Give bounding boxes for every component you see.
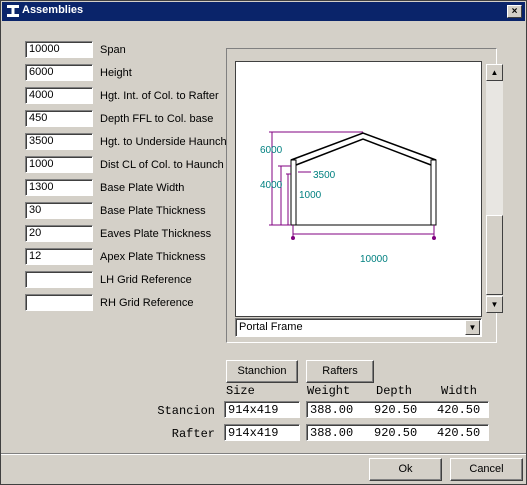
base-plate-width-input[interactable]: 1300 <box>25 179 93 196</box>
scroll-up-button[interactable]: ▲ <box>486 64 503 81</box>
apex-plate-thickness-label: Apex Plate Thickness <box>100 251 206 263</box>
rafter-inner <box>295 138 432 166</box>
frame-type-select[interactable]: Portal Frame ▼ <box>235 318 482 337</box>
ok-button[interactable]: Ok <box>369 458 442 481</box>
column-height-dimension: 4000 <box>260 180 283 191</box>
portal-frame-drawing: 6000 4000 3500 1000 10000 <box>235 61 482 317</box>
rh-grid-reference-label: RH Grid Reference <box>100 297 194 309</box>
base-plate-thickness-label: Base Plate Thickness <box>100 205 206 217</box>
preview-scrollbar[interactable]: ▲ ▼ <box>486 64 503 313</box>
height-input[interactable]: 6000 <box>25 64 93 81</box>
window-title: Assemblies <box>22 4 84 16</box>
span-input[interactable]: 10000 <box>25 41 93 58</box>
size-column-header: Size <box>226 384 255 398</box>
left-column <box>290 159 297 226</box>
width-column-header: Width <box>441 384 478 398</box>
stanchion-button[interactable]: Stanchion <box>226 360 298 383</box>
base-plate-width-label: Base Plate Width <box>100 182 185 194</box>
haunch-height-label: Hgt. to Underside Haunch <box>100 136 227 148</box>
col-to-rafter-label: Hgt. Int. of Col. to Rafter <box>100 90 219 102</box>
scroll-thumb[interactable] <box>486 215 503 295</box>
stancion-depth: 920.50 <box>374 403 418 417</box>
height-dimension: 6000 <box>260 145 283 156</box>
stancion-row-label: Stancion <box>157 404 215 418</box>
rafter-depth: 920.50 <box>374 426 418 440</box>
haunch-distance-label: Dist CL of Col. to Haunch <box>100 159 224 171</box>
haunch-distance-input[interactable]: 1000 <box>25 156 93 173</box>
rafter-outer <box>290 132 437 161</box>
title-bar: Assemblies × <box>2 2 525 21</box>
cancel-button[interactable]: Cancel <box>450 458 523 481</box>
right-column <box>430 159 437 226</box>
span-label: Span <box>100 44 126 56</box>
lh-grid-reference-input[interactable] <box>25 271 93 288</box>
eaves-plate-thickness-label: Eaves Plate Thickness <box>100 228 212 240</box>
scroll-down-button[interactable]: ▼ <box>486 296 503 313</box>
height-label: Height <box>100 67 132 79</box>
span-dimension: 10000 <box>360 254 388 265</box>
haunch-height-input[interactable]: 3500 <box>25 133 93 150</box>
rafter-row-label: Rafter <box>171 427 215 441</box>
eaves-plate-thickness-input[interactable]: 20 <box>25 225 93 242</box>
rafters-button[interactable]: Rafters <box>306 360 374 383</box>
lh-grid-reference-label: LH Grid Reference <box>100 274 192 286</box>
stancion-weight: 388.00 <box>310 403 354 417</box>
i-beam-icon <box>7 5 19 17</box>
rafter-weight: 388.00 <box>310 426 354 440</box>
dimension-lines <box>269 131 436 240</box>
footer-separator <box>1 453 526 455</box>
stancion-size-field[interactable]: 914x419 <box>224 401 300 418</box>
apex-plate-thickness-input[interactable]: 12 <box>25 248 93 265</box>
assemblies-dialog: Assemblies × 10000 Span 6000 Height 4000… <box>0 0 527 485</box>
haunch-height-dimension: 3500 <box>313 170 336 181</box>
rafter-properties-field: 388.00 920.50 420.50 <box>306 424 489 441</box>
col-to-rafter-input[interactable]: 4000 <box>25 87 93 104</box>
rh-grid-reference-input[interactable] <box>25 294 93 311</box>
frame-diagram: 6000 4000 3500 1000 10000 <box>260 131 437 265</box>
stancion-properties-field: 388.00 920.50 420.50 <box>306 401 489 418</box>
depth-column-header: Depth <box>376 384 413 398</box>
rafter-size-field[interactable]: 914x419 <box>224 424 300 441</box>
rafter-width: 420.50 <box>437 426 481 440</box>
depth-ffl-input[interactable]: 450 <box>25 110 93 127</box>
stancion-width: 420.50 <box>437 403 481 417</box>
haunch-distance-dimension: 1000 <box>299 190 322 201</box>
frame-type-value: Portal Frame <box>239 321 303 333</box>
depth-ffl-label: Depth FFL to Col. base <box>100 113 214 125</box>
base-plate-thickness-input[interactable]: 30 <box>25 202 93 219</box>
close-button[interactable]: × <box>507 5 522 18</box>
chevron-down-icon[interactable]: ▼ <box>465 320 480 335</box>
weight-column-header: Weight <box>307 384 351 398</box>
